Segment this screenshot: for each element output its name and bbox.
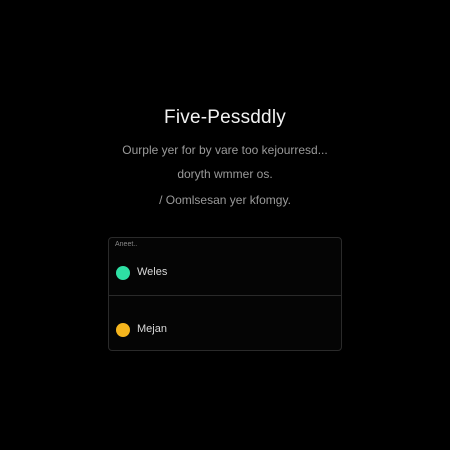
option-item[interactable]: Weles xyxy=(109,253,341,293)
divider xyxy=(109,295,341,296)
description-line-2: doryth wmmer os. xyxy=(177,167,273,181)
screen: Five-Pessddly Ourple yer for by vare too… xyxy=(0,0,450,450)
option-label: Mejan xyxy=(137,323,167,335)
description-line-3: / Oomlsesan yer kfomgy. xyxy=(159,193,291,207)
status-dot-icon xyxy=(116,266,130,280)
card-label: Aneet.. xyxy=(115,241,138,248)
status-dot-icon xyxy=(116,323,130,337)
description-line-1: Ourple yer for by vare too kejourresd... xyxy=(122,143,328,157)
option-label: Weles xyxy=(137,266,168,278)
options-card: Aneet.. Weles Mejan xyxy=(108,237,342,351)
page-title: Five-Pessddly xyxy=(164,107,286,128)
option-item[interactable]: Mejan xyxy=(109,310,341,350)
